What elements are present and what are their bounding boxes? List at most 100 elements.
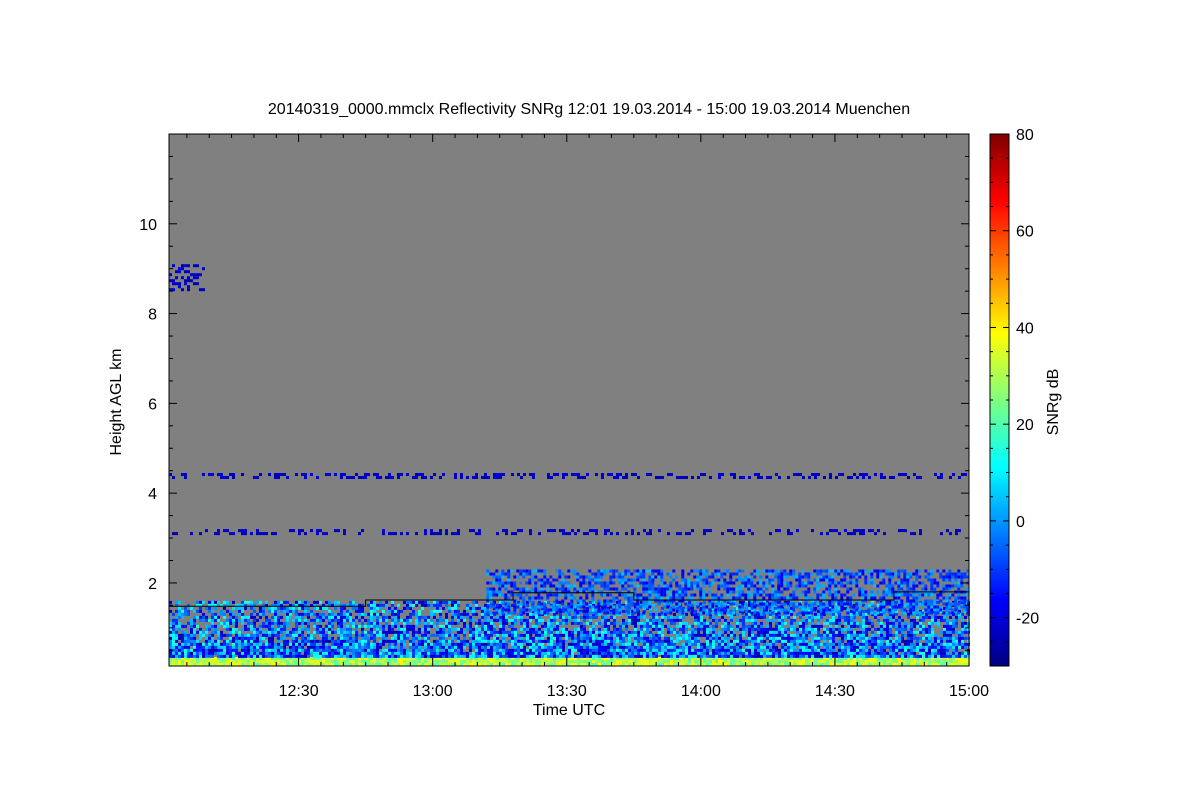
echo-cell <box>748 639 751 643</box>
echo-cell <box>652 654 655 658</box>
echo-cell <box>277 630 280 634</box>
echo-cell <box>817 624 820 628</box>
echo-cell <box>322 642 325 646</box>
echo-cell <box>613 630 616 634</box>
echo-cell <box>292 627 295 631</box>
echo-cell <box>543 575 547 579</box>
echo-cell <box>265 639 268 643</box>
echo-cell <box>736 645 739 649</box>
echo-cell <box>592 636 595 640</box>
echo-cell <box>844 627 847 631</box>
echo-cell <box>256 633 259 637</box>
echo-cell <box>564 593 568 597</box>
echo-cell <box>829 642 832 646</box>
echo-cell <box>910 627 913 631</box>
echo-cell <box>451 621 454 625</box>
echo-cell <box>184 606 187 610</box>
echo-cell <box>421 627 424 631</box>
echo-cell <box>712 618 715 622</box>
echo-cell <box>531 575 535 579</box>
echo-cell <box>481 633 484 637</box>
echo-cell <box>244 615 247 619</box>
echo-cell <box>841 630 844 634</box>
echo-cell <box>637 633 640 637</box>
echo-cell <box>528 569 532 573</box>
echo-cell <box>727 654 730 658</box>
echo-cell <box>910 621 913 625</box>
echo-cell <box>913 648 916 652</box>
echo-cell <box>586 630 589 634</box>
echo-cell <box>331 651 334 655</box>
echo-cell <box>502 633 505 637</box>
echo-cell <box>394 612 397 616</box>
echo-cell <box>376 603 379 607</box>
echo-cell <box>175 654 178 658</box>
echo-cell <box>307 633 310 637</box>
echo-cell <box>913 651 916 655</box>
echo-cell <box>862 660 865 663</box>
echo-cell <box>505 621 508 625</box>
echo-cell <box>400 660 403 663</box>
echo-cell <box>946 621 949 625</box>
echo-cell <box>370 609 373 613</box>
echo-cell <box>253 630 256 634</box>
echo-cell <box>322 648 325 652</box>
echo-cell <box>790 612 793 616</box>
echo-cell <box>529 654 532 658</box>
echo-cell <box>451 651 454 655</box>
echo-cell <box>304 639 307 643</box>
echo-cell <box>508 630 511 634</box>
echo-cell <box>937 624 940 628</box>
echo-cell <box>736 639 739 643</box>
echo-cell <box>940 648 943 652</box>
echo-cell <box>406 600 409 604</box>
echo-cell <box>640 615 643 619</box>
echo-cell <box>907 642 910 646</box>
echo-cell <box>538 621 541 625</box>
echo-cell <box>850 654 853 658</box>
echo-cell <box>457 621 460 625</box>
echo-cell <box>883 624 886 628</box>
echo-cell <box>694 615 697 619</box>
echo-cell <box>516 605 520 609</box>
echo-cell <box>301 621 304 625</box>
echo-cell <box>955 624 958 628</box>
echo-cell <box>850 615 853 619</box>
echo-cell <box>268 606 271 610</box>
echo-cell <box>571 633 574 637</box>
echo-cell <box>286 612 289 616</box>
echo-cell <box>367 618 370 622</box>
echo-cell <box>736 636 739 640</box>
echo-cell <box>871 633 874 637</box>
echo-cell <box>502 630 505 634</box>
echo-cell <box>757 630 760 634</box>
echo-cell <box>525 572 529 576</box>
echo-cell <box>874 633 877 637</box>
echo-cell <box>529 660 532 663</box>
echo-cell <box>229 612 232 616</box>
echo-cell <box>595 645 598 649</box>
echo-cell <box>781 627 784 631</box>
echo-cell <box>271 642 274 646</box>
echo-cell <box>886 618 889 622</box>
echo-cell <box>538 627 541 631</box>
echo-cell <box>712 660 715 663</box>
echo-cell <box>712 636 715 640</box>
echo-cell <box>385 639 388 643</box>
echo-cell <box>259 636 262 640</box>
echo-cell <box>658 645 661 649</box>
echo-cell <box>579 599 583 603</box>
echo-cell <box>700 615 703 619</box>
echo-cell <box>646 648 649 652</box>
echo-cell <box>904 648 907 652</box>
echo-cell <box>778 651 781 655</box>
echo-cell <box>361 633 364 637</box>
echo-cell <box>397 615 400 619</box>
echo-cell <box>490 630 493 634</box>
echo-cell <box>592 654 595 658</box>
echo-cell <box>880 648 883 652</box>
echo-cell <box>856 651 859 655</box>
echo-cell <box>826 645 829 649</box>
echo-cell <box>916 648 919 652</box>
echo-cell <box>229 618 232 622</box>
